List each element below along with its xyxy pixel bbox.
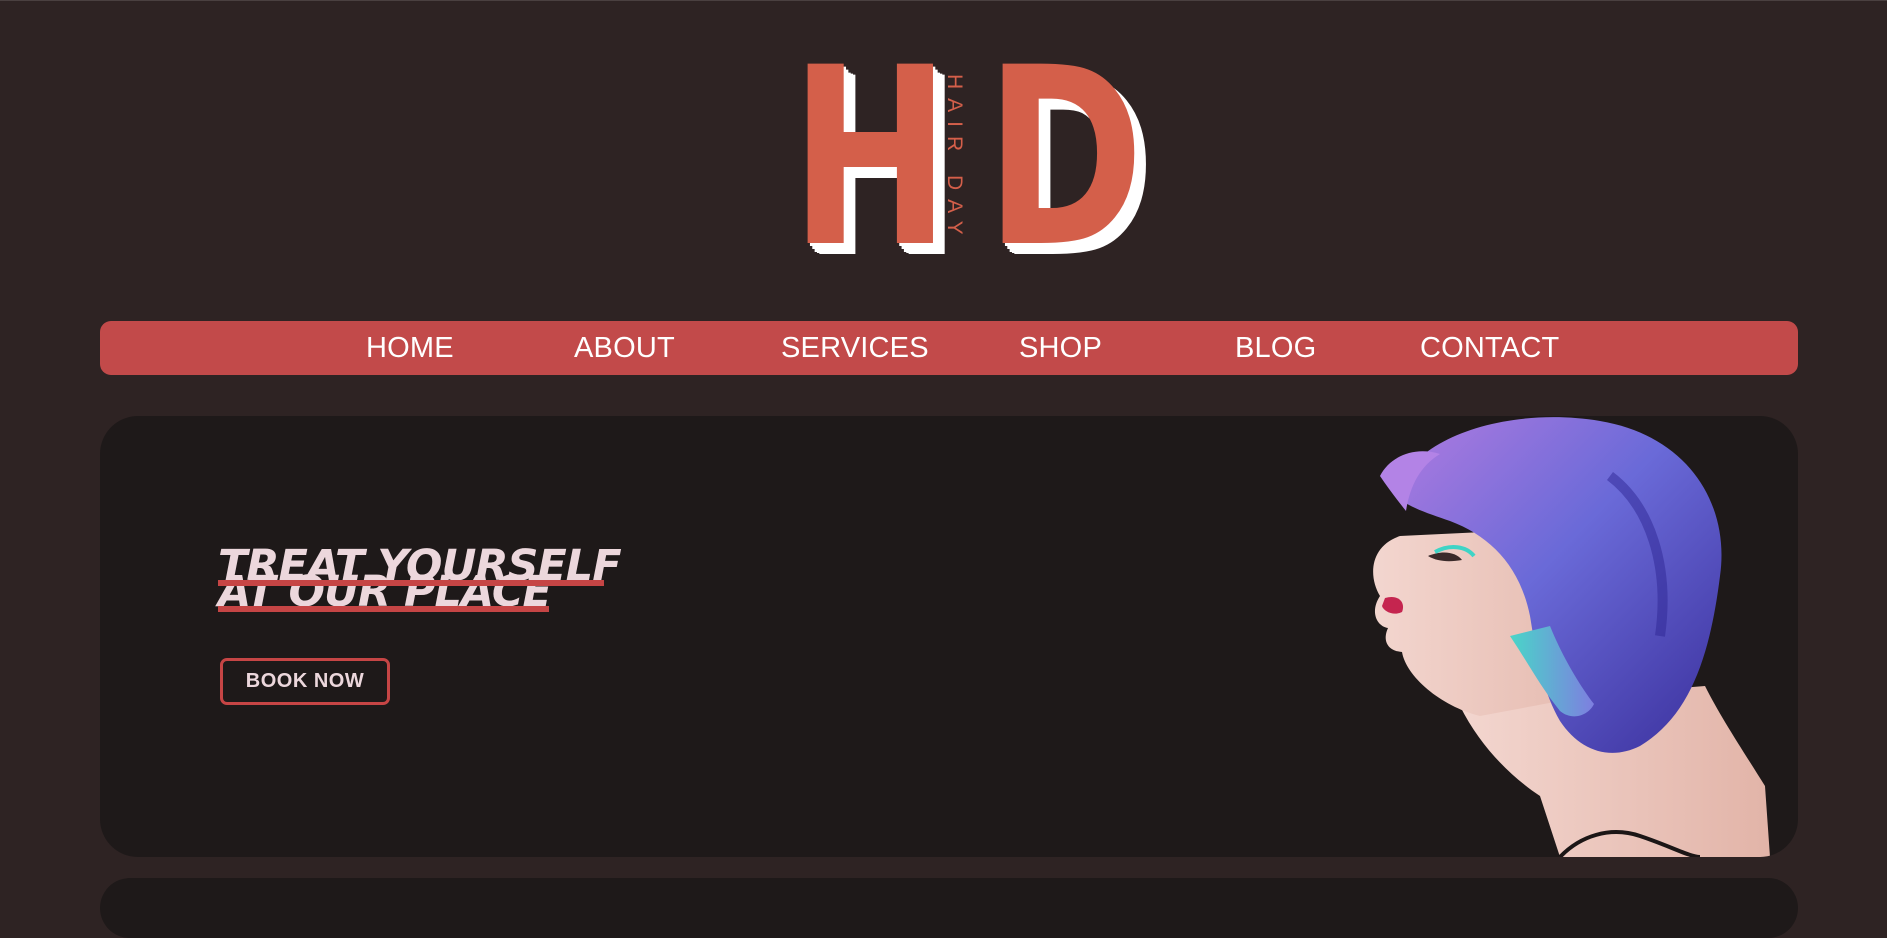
nav-item-home[interactable]: HOME xyxy=(366,321,454,375)
nav-item-shop[interactable]: SHOP xyxy=(1019,321,1102,375)
nav-item-about[interactable]: ABOUT xyxy=(574,321,675,375)
headline-line-1: TREAT YOURSELF xyxy=(218,544,622,588)
top-border xyxy=(0,0,1887,1)
main-nav: HOME ABOUT SERVICES SHOP BLOG CONTACT xyxy=(100,321,1798,375)
logo-tagline: HAIR DAY xyxy=(943,74,966,244)
next-section-card xyxy=(100,878,1798,938)
hero-portrait-image xyxy=(1373,417,1770,857)
site-logo[interactable]: H HAIR DAY D xyxy=(790,16,1144,302)
logo-letter-h: H xyxy=(790,16,951,302)
headline-underline-2 xyxy=(218,606,549,612)
book-now-button[interactable]: BOOK NOW xyxy=(220,658,390,705)
hero-headline: TREAT YOURSELF AT OUR PLACE xyxy=(218,544,622,614)
headline-underline-1 xyxy=(218,580,604,586)
hero-banner: TREAT YOURSELF AT OUR PLACE BOOK NOW xyxy=(100,416,1798,857)
logo-letter-d: D xyxy=(985,16,1145,302)
nav-item-contact[interactable]: CONTACT xyxy=(1420,321,1559,375)
nav-item-services[interactable]: SERVICES xyxy=(781,321,929,375)
nav-item-blog[interactable]: BLOG xyxy=(1235,321,1316,375)
